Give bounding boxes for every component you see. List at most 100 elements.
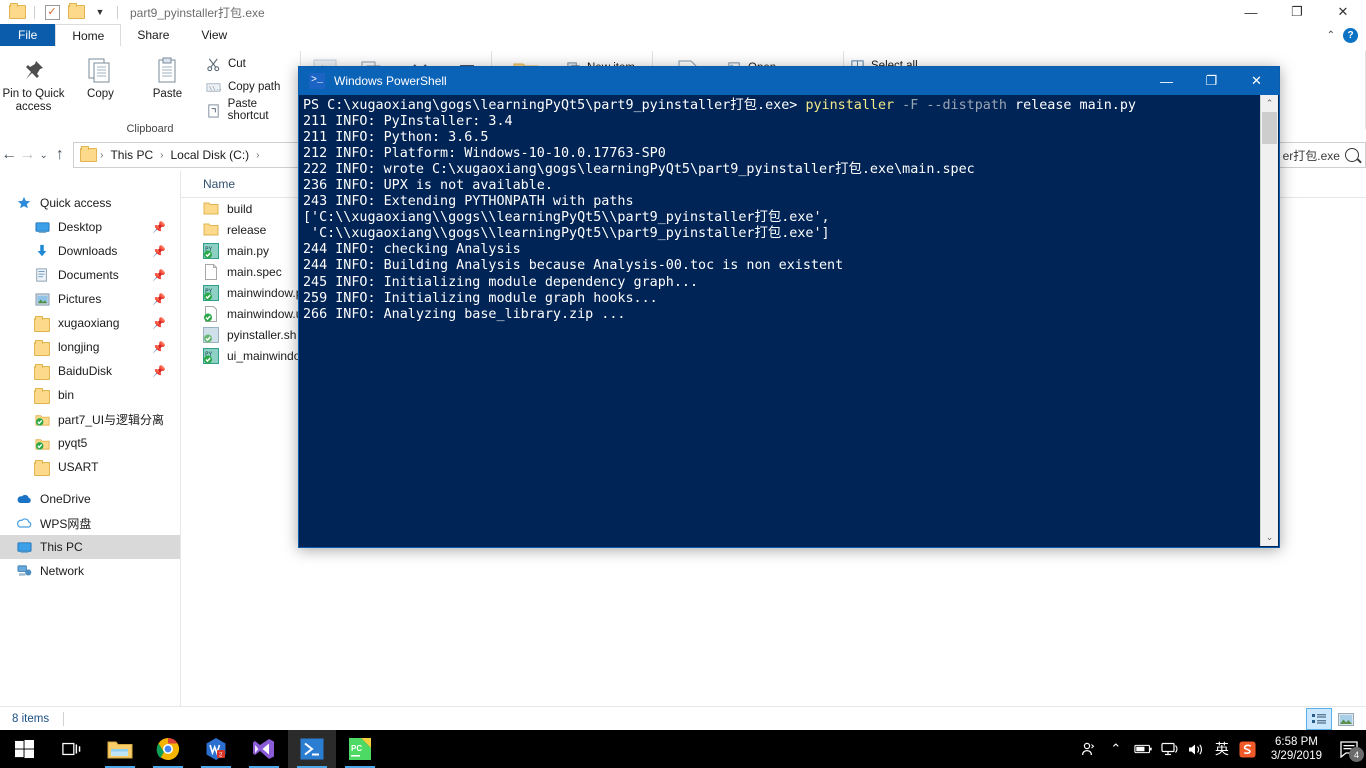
explorer-window-controls: — ❐ ✕: [1228, 0, 1366, 24]
action-center-button[interactable]: 4: [1332, 730, 1366, 768]
pin-icon[interactable]: 📌: [152, 365, 166, 378]
status-bar: 8 items: [0, 706, 1366, 731]
visual-studio-button[interactable]: [240, 730, 288, 768]
file-explorer-button[interactable]: [96, 730, 144, 768]
sidebar-item-pyqt5[interactable]: pyqt5: [0, 431, 180, 455]
scroll-down-icon[interactable]: ⌄: [1261, 529, 1278, 546]
ps-output-line: 244 INFO: Building Analysis because Anal…: [303, 258, 843, 273]
ps-output-line: 222 INFO: wrote C:\xugaoxiang\gogs\learn…: [303, 162, 975, 177]
folder-icon: [34, 387, 50, 403]
help-icon[interactable]: ?: [1343, 28, 1358, 43]
recent-locations-button[interactable]: ⌄: [37, 142, 51, 168]
file-name: main.spec: [227, 265, 282, 279]
wps-button[interactable]: 2: [192, 730, 240, 768]
onedrive-icon: [16, 491, 32, 507]
sidebar-item-downloads[interactable]: Downloads 📌: [0, 239, 180, 263]
tab-view[interactable]: View: [185, 24, 243, 46]
pin-icon[interactable]: 📌: [152, 317, 166, 330]
task-view-button[interactable]: [48, 730, 96, 768]
sidebar-item-label: Quick access: [40, 196, 111, 210]
sidebar-item-label: Documents: [58, 268, 119, 282]
copy-button[interactable]: Copy: [67, 50, 134, 101]
sogou-icon[interactable]: [1235, 730, 1261, 768]
minimize-button[interactable]: —: [1228, 0, 1274, 24]
clock[interactable]: 6:58 PM 3/29/2019: [1261, 735, 1332, 763]
details-view-icon[interactable]: [1306, 708, 1332, 730]
breadcrumb-this-pc[interactable]: This PC: [107, 148, 156, 162]
chevron-down-icon[interactable]: ▼: [89, 2, 111, 22]
cut-button[interactable]: Cut: [205, 54, 300, 74]
pin-icon[interactable]: 📌: [152, 245, 166, 258]
sidebar-item-xugaoxiang[interactable]: xugaoxiang 📌: [0, 311, 180, 335]
sidebar-item-onedrive[interactable]: OneDrive: [0, 487, 180, 511]
up-button[interactable]: ↑: [51, 142, 69, 168]
scroll-up-icon[interactable]: ⌃: [1261, 95, 1278, 112]
pin-icon[interactable]: 📌: [152, 221, 166, 234]
pin-icon[interactable]: 📌: [152, 269, 166, 282]
clock-date: 3/29/2019: [1271, 749, 1322, 763]
maximize-button[interactable]: ❐: [1189, 67, 1234, 95]
close-button[interactable]: ✕: [1234, 67, 1279, 95]
start-button[interactable]: [0, 730, 48, 768]
sidebar-item-network[interactable]: Network: [0, 559, 180, 583]
back-button[interactable]: ←: [0, 142, 18, 168]
breadcrumb-local-disk[interactable]: Local Disk (C:): [167, 148, 252, 162]
battery-icon[interactable]: [1131, 730, 1157, 768]
thumbnail-view-icon[interactable]: [1334, 709, 1358, 729]
forward-button[interactable]: →: [18, 142, 36, 168]
volume-icon[interactable]: [1183, 730, 1209, 768]
ps-output-line: 212 INFO: Platform: Windows-10-10.0.1776…: [303, 146, 666, 161]
powershell-button[interactable]: [288, 730, 336, 768]
folder-icon: [34, 459, 50, 475]
powershell-title-bar[interactable]: >_ Windows PowerShell — ❐ ✕: [299, 67, 1279, 95]
powershell-console-output[interactable]: PS C:\xugaoxiang\gogs\learningPyQt5\part…: [299, 95, 1279, 547]
sidebar-item-quick-access[interactable]: Quick access: [0, 191, 180, 215]
sidebar-item-baidudisk[interactable]: BaiduDisk 📌: [0, 359, 180, 383]
pin-icon[interactable]: 📌: [152, 293, 166, 306]
sidebar-item-desktop[interactable]: Desktop 📌: [0, 215, 180, 239]
sidebar-item-this-pc[interactable]: This PC: [0, 535, 180, 559]
pin-icon[interactable]: 📌: [152, 341, 166, 354]
chevron-up-icon[interactable]: ⌃: [1327, 30, 1335, 41]
pin-to-quick-access-button[interactable]: Pin to Quick access: [0, 50, 67, 114]
sidebar-item-label: pyqt5: [58, 436, 87, 450]
show-hidden-icons-button[interactable]: ⌃: [1101, 730, 1131, 768]
documents-icon: [34, 267, 50, 283]
folder-icon: [34, 339, 50, 355]
ps-command-args: release main.py: [1007, 98, 1136, 113]
close-button[interactable]: ✕: [1320, 0, 1366, 24]
sidebar-item-longjing[interactable]: longjing 📌: [0, 335, 180, 359]
column-header-name[interactable]: Name: [181, 177, 235, 191]
folder-icon[interactable]: [6, 2, 28, 22]
svg-text:\\..: \\..: [209, 85, 221, 91]
tab-home[interactable]: Home: [55, 24, 121, 47]
sidebar-item-documents[interactable]: Documents 📌: [0, 263, 180, 287]
sidebar-item-part7[interactable]: part7_UI与逻辑分离: [0, 407, 180, 431]
divider: [34, 6, 35, 19]
sidebar-item-pictures[interactable]: Pictures 📌: [0, 287, 180, 311]
sidebar-item-label: Pictures: [58, 292, 101, 306]
chrome-button[interactable]: [144, 730, 192, 768]
copy-path-button[interactable]: \\.. Copy path: [205, 77, 300, 97]
tab-file[interactable]: File: [0, 24, 55, 46]
minimize-button[interactable]: —: [1144, 67, 1189, 95]
powershell-window-controls: — ❐ ✕: [1144, 67, 1279, 95]
pycharm-button[interactable]: PC: [336, 730, 384, 768]
sidebar-item-bin[interactable]: bin: [0, 383, 180, 407]
sidebar-item-label: Network: [40, 564, 84, 578]
people-icon[interactable]: [1075, 730, 1101, 768]
network-icon[interactable]: [1157, 730, 1183, 768]
sidebar-item-usart[interactable]: USART: [0, 455, 180, 479]
powershell-scrollbar[interactable]: ⌃ ⌄: [1260, 95, 1278, 546]
tab-share[interactable]: Share: [121, 24, 185, 46]
scrollbar-thumb[interactable]: [1262, 112, 1277, 144]
ime-indicator[interactable]: 英: [1209, 730, 1235, 768]
restore-button[interactable]: ❐: [1274, 0, 1320, 24]
paste-shortcut-button[interactable]: Paste shortcut: [205, 100, 300, 120]
paste-button[interactable]: Paste: [134, 50, 201, 101]
properties-icon[interactable]: ✓: [41, 2, 63, 22]
new-folder-icon[interactable]: [65, 2, 87, 22]
file-name: mainwindow.py: [227, 286, 308, 300]
ps-output-line: 211 INFO: PyInstaller: 3.4: [303, 114, 513, 129]
sidebar-item-wps-cloud[interactable]: WPS网盘: [0, 511, 180, 535]
